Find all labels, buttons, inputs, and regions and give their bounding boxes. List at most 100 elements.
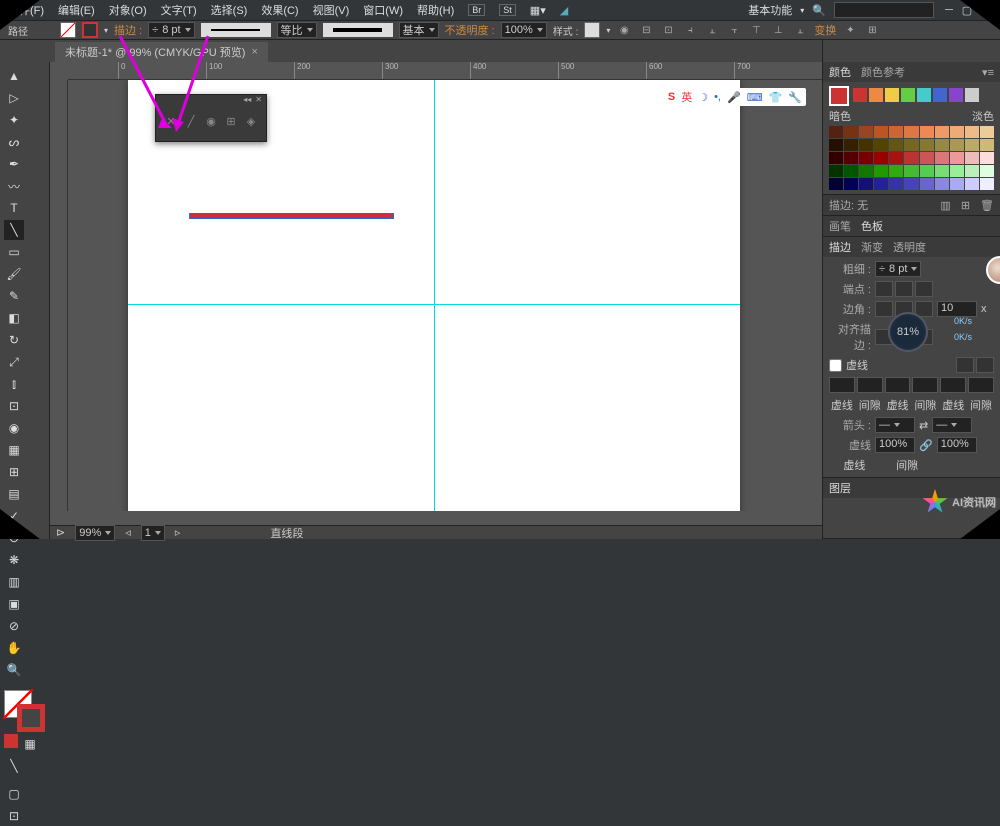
- drawn-line-segment[interactable]: [189, 213, 394, 219]
- ime-kbd-icon[interactable]: ⌨: [747, 91, 763, 104]
- isolate2-icon[interactable]: ⊞: [864, 22, 880, 38]
- arrange-icon[interactable]: ▦▾: [530, 4, 546, 17]
- column-graph-tool[interactable]: ▥: [4, 572, 24, 592]
- ime-punct-icon[interactable]: •,: [714, 91, 721, 103]
- menu-view[interactable]: 视图(V): [313, 2, 350, 18]
- tab-close-icon[interactable]: ×: [251, 46, 257, 58]
- st-icon[interactable]: St: [499, 4, 516, 16]
- panel-menu-icon[interactable]: ▾≡: [982, 66, 994, 79]
- gradient-mode-icon[interactable]: ▦: [20, 734, 40, 754]
- perspective-tool[interactable]: ▦: [4, 440, 24, 460]
- stroke-uniform[interactable]: 等比: [277, 22, 317, 38]
- rotate-tool[interactable]: ↻: [4, 330, 24, 350]
- menu-edit[interactable]: 编辑(E): [58, 2, 95, 18]
- change-screen-icon[interactable]: ⊡: [4, 806, 24, 826]
- zoom-dropdown[interactable]: 99%: [75, 525, 115, 541]
- type-tool[interactable]: T: [4, 198, 24, 218]
- menu-select[interactable]: 选择(S): [211, 2, 248, 18]
- dash2[interactable]: [885, 377, 911, 393]
- nav-first-icon[interactable]: ⊳: [56, 526, 65, 539]
- color-harmony-grid[interactable]: [829, 126, 994, 190]
- align3-icon[interactable]: ⫠: [704, 22, 720, 38]
- slice-tool[interactable]: ⊘: [4, 616, 24, 636]
- align6-icon[interactable]: ⊥: [770, 22, 786, 38]
- br-icon[interactable]: Br: [468, 4, 485, 16]
- curvature-tool[interactable]: 〰: [4, 176, 24, 196]
- panel-icon2[interactable]: ⊞: [961, 199, 970, 212]
- ime-moon-icon[interactable]: ☽: [698, 91, 708, 104]
- stroke-profile[interactable]: [201, 23, 271, 37]
- menu-help[interactable]: 帮助(H): [417, 2, 454, 18]
- menu-object[interactable]: 对象(O): [109, 2, 147, 18]
- menu-effect[interactable]: 效果(C): [261, 2, 298, 18]
- panel-icon1[interactable]: ▥: [940, 199, 950, 212]
- fill-swatch[interactable]: [60, 22, 76, 38]
- panel-close-icon[interactable]: ✕: [255, 95, 262, 109]
- pen-tool[interactable]: ✒: [4, 154, 24, 174]
- mesh-tool[interactable]: ⊞: [4, 462, 24, 482]
- ime-mic-icon[interactable]: 🎤: [727, 91, 741, 104]
- dash3[interactable]: [940, 377, 966, 393]
- artboard-nav[interactable]: 1: [141, 525, 165, 541]
- arrow-scale2[interactable]: 100%: [937, 437, 977, 453]
- lasso-tool[interactable]: ᔕ: [4, 132, 24, 152]
- dash-align2[interactable]: [976, 357, 994, 373]
- brushes-tab[interactable]: 画笔: [829, 218, 851, 234]
- arrow-end[interactable]: —: [932, 417, 972, 433]
- layers-tab[interactable]: 图层: [829, 480, 851, 496]
- workspace-switcher[interactable]: 基本功能: [748, 2, 792, 18]
- gap1[interactable]: [857, 377, 883, 393]
- shape-icon[interactable]: ⊡: [660, 22, 676, 38]
- transparency-tab[interactable]: 透明度: [893, 239, 926, 255]
- hand-tool[interactable]: ✋: [4, 638, 24, 658]
- panel-tool5[interactable]: ◈: [244, 113, 258, 129]
- canvas[interactable]: [68, 80, 822, 511]
- menu-window[interactable]: 窗口(W): [363, 2, 403, 18]
- rectangle-tool[interactable]: ▭: [4, 242, 24, 262]
- minimize-button[interactable]: ─: [942, 3, 956, 17]
- direct-selection-tool[interactable]: ▷: [4, 88, 24, 108]
- paintbrush-tool[interactable]: 🖌: [4, 264, 24, 284]
- brush-def[interactable]: [323, 23, 393, 37]
- stroke-tab[interactable]: 描边: [829, 239, 851, 255]
- ime-skin-icon[interactable]: 👕: [769, 91, 783, 104]
- swatches-tab[interactable]: 色板: [861, 218, 883, 234]
- align7-icon[interactable]: ⫠: [792, 22, 808, 38]
- align4-icon[interactable]: ⫟: [726, 22, 742, 38]
- nav-prev-icon[interactable]: ◃: [125, 526, 131, 539]
- screen-mode-icon[interactable]: ▢: [4, 784, 24, 804]
- ime-lang[interactable]: 英: [681, 89, 692, 105]
- artboard-tool[interactable]: ▣: [4, 594, 24, 614]
- shape-builder-tool[interactable]: ◉: [4, 418, 24, 438]
- color-guide-tab[interactable]: 颜色参考: [861, 64, 905, 80]
- scale-tool[interactable]: ⤢: [4, 352, 24, 372]
- width-tool[interactable]: ⫾: [4, 374, 24, 394]
- swatch-dropdown[interactable]: ▾: [104, 26, 108, 35]
- align-icon[interactable]: ⊟: [638, 22, 654, 38]
- gap2[interactable]: [912, 377, 938, 393]
- nav-next-icon[interactable]: ▹: [175, 526, 181, 539]
- symbol-sprayer-tool[interactable]: ❋: [4, 550, 24, 570]
- recolor-icon[interactable]: ◉: [616, 22, 632, 38]
- panel-icon3[interactable]: 🗑: [980, 199, 994, 212]
- miter-limit[interactable]: 10: [937, 301, 977, 317]
- panel-tool4[interactable]: ⊞: [224, 113, 238, 129]
- color-tab[interactable]: 颜色: [829, 64, 851, 80]
- ime-tool-icon[interactable]: 🔧: [788, 91, 802, 104]
- eraser-tool[interactable]: ◧: [4, 308, 24, 328]
- weight-input[interactable]: ÷8 pt: [875, 261, 921, 277]
- cap-buttons[interactable]: [875, 281, 933, 297]
- style-swatch[interactable]: [584, 22, 600, 38]
- gradient-tool[interactable]: ▤: [4, 484, 24, 504]
- dashed-checkbox[interactable]: [829, 359, 842, 372]
- line-tool[interactable]: ╲: [4, 220, 24, 240]
- stroke-swatch[interactable]: [82, 22, 98, 38]
- vertical-ruler[interactable]: [50, 80, 68, 511]
- color-mode-icon[interactable]: [4, 734, 18, 748]
- gradient-tab[interactable]: 渐变: [861, 239, 883, 255]
- arrow-start[interactable]: —: [875, 417, 915, 433]
- stroke-color-swatch[interactable]: [829, 86, 849, 106]
- isolate-icon[interactable]: ✦: [842, 22, 858, 38]
- ime-toolbar[interactable]: S 英 ☽ •, 🎤 ⌨ 👕 🔧: [664, 88, 806, 106]
- dash-align1[interactable]: [956, 357, 974, 373]
